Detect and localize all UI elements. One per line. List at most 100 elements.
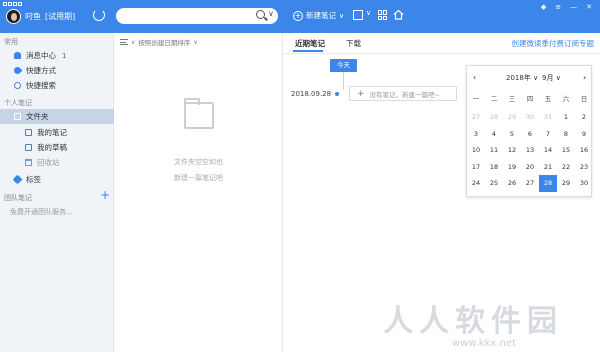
chevron-down-icon: ∨: [193, 38, 198, 46]
sidebar-item-label: 快捷方式: [26, 66, 56, 75]
calendar-week-row: 3456789: [467, 126, 593, 143]
sidebar: 常用 消息中心 1 快捷方式 快捷搜索 个人笔记 文件夹 我的笔记 我的草稿 回…: [0, 33, 114, 352]
calendar-day[interactable]: 31: [539, 109, 557, 126]
calendar-day[interactable]: 9: [575, 126, 593, 143]
sort-dropdown[interactable]: ∨ 按照创建日期排序 ∨: [120, 37, 198, 47]
calendar-day[interactable]: 2: [575, 109, 593, 126]
sidebar-item-label: 文件夹: [26, 112, 49, 121]
sidebar-item-label: 我的笔记: [37, 128, 67, 137]
new-note-button[interactable]: + 新建笔记 ∨: [293, 10, 344, 21]
calendar-day[interactable]: 20: [521, 159, 539, 176]
calendar-day[interactable]: 5: [503, 126, 521, 143]
minimize-icon[interactable]: —: [570, 3, 577, 11]
calendar-day[interactable]: 27: [467, 109, 485, 126]
calendar-week-row: 17 18 19 20 21 22 23: [467, 159, 593, 176]
calendar-day[interactable]: 3: [467, 126, 485, 143]
today-button[interactable]: 今天: [330, 59, 357, 72]
calendar-week-row: 24 25 26 27 28 29 30: [467, 175, 593, 192]
calendar-day[interactable]: 4: [485, 126, 503, 143]
calendar-week-row: 10 11 12 13 14 15 16: [467, 142, 593, 159]
sidebar-item-label: 回收站: [37, 158, 60, 167]
next-month-icon[interactable]: ›: [583, 73, 586, 82]
calendar-day[interactable]: 1: [557, 109, 575, 126]
tab-recent-notes[interactable]: 近期笔记: [295, 38, 325, 49]
folder-icon: [14, 113, 21, 120]
weekday-label: 六: [562, 95, 570, 103]
calendar-day[interactable]: 26: [503, 175, 521, 192]
calendar-day[interactable]: 28: [485, 109, 503, 126]
home-icon[interactable]: [393, 9, 404, 20]
sidebar-item-my-notes[interactable]: 我的笔记: [0, 125, 114, 140]
calendar-day[interactable]: 29: [503, 109, 521, 126]
empty-state-text: 文件夹空空如也: [174, 158, 223, 166]
calendar-day[interactable]: 23: [575, 159, 593, 176]
divider: [283, 53, 600, 54]
sidebar-item-trash[interactable]: 回收站: [0, 155, 114, 170]
year-select[interactable]: 2018年 ∨: [506, 73, 538, 83]
calendar-day[interactable]: 18: [485, 159, 503, 176]
calendar-day[interactable]: 22: [557, 159, 575, 176]
search-icon[interactable]: [256, 10, 265, 19]
tab-downloads[interactable]: 下载: [346, 38, 361, 49]
avatar[interactable]: [6, 9, 21, 24]
calendar-day[interactable]: 29: [557, 175, 575, 192]
sidebar-item-tags[interactable]: 标签: [0, 172, 114, 187]
close-icon[interactable]: ✕: [586, 3, 592, 11]
calendar-day[interactable]: 25: [485, 175, 503, 192]
search-dropdown-icon[interactable]: ∨: [268, 9, 274, 18]
calendar-day[interactable]: 11: [485, 142, 503, 159]
trash-icon: [25, 159, 32, 166]
skin-icon[interactable]: ◆: [541, 3, 546, 11]
new-note-input[interactable]: + 没有笔记，新建一篇吧~: [349, 86, 457, 101]
timeline-date: 2018.09.28: [291, 90, 332, 98]
calendar-day[interactable]: 21: [539, 159, 557, 176]
calendar-day[interactable]: 12: [503, 142, 521, 159]
add-team-button[interactable]: +: [100, 188, 110, 202]
crop-icon[interactable]: [353, 10, 363, 20]
sidebar-item-label: 标签: [26, 175, 41, 184]
calendar-day[interactable]: 7: [539, 126, 557, 143]
tag-icon: [12, 174, 23, 185]
system-menu-icon[interactable]: [3, 2, 22, 8]
timeline-dot: [335, 92, 339, 96]
menu-icon[interactable]: ≡: [555, 3, 561, 11]
trial-badge[interactable]: [试用期]: [45, 11, 75, 22]
calendar-day-today[interactable]: 28: [539, 175, 557, 192]
active-tab-indicator: [293, 50, 323, 52]
search-input[interactable]: [116, 8, 278, 24]
watermark-url: www.kkx.net: [452, 338, 516, 349]
calendar-day[interactable]: 15: [557, 142, 575, 159]
sidebar-item-messages[interactable]: 消息中心 1: [0, 48, 114, 63]
promo-link[interactable]: 创建微读季付费订阅专题: [512, 38, 595, 49]
calendar-day[interactable]: 6: [521, 126, 539, 143]
calendar-day[interactable]: 8: [557, 126, 575, 143]
calendar-day[interactable]: 19: [503, 159, 521, 176]
team-service-hint[interactable]: 免费开通团队服务...: [10, 207, 73, 217]
sort-dropdown-icon: ∨: [131, 38, 136, 46]
month-label: 9月: [542, 74, 554, 82]
calendar-day[interactable]: 30: [575, 175, 593, 192]
crop-dropdown-icon[interactable]: ∨: [366, 9, 371, 17]
calendar-day[interactable]: 10: [467, 142, 485, 159]
sort-label: 按照创建日期排序: [138, 39, 191, 47]
sync-icon[interactable]: [93, 9, 105, 21]
calendar-day[interactable]: 30: [521, 109, 539, 126]
section-label-team: 团队笔记: [4, 194, 32, 202]
calendar-day[interactable]: 14: [539, 142, 557, 159]
username[interactable]: 叼鱼: [25, 11, 41, 22]
sidebar-item-quick-search[interactable]: 快捷搜索: [0, 78, 114, 93]
sidebar-item-shortcuts[interactable]: 快捷方式: [0, 63, 114, 78]
calendar-day[interactable]: 24: [467, 175, 485, 192]
sidebar-item-folders[interactable]: 文件夹: [0, 109, 114, 124]
calendar-day[interactable]: 17: [467, 159, 485, 176]
month-select[interactable]: 9月 ∨: [542, 73, 561, 83]
sidebar-item-my-drafts[interactable]: 我的草稿: [0, 140, 114, 155]
new-note-dropdown-icon[interactable]: ∨: [339, 12, 344, 20]
empty-state-subtext[interactable]: 新建一篇笔记吧: [114, 173, 283, 183]
rocket-icon: [12, 65, 23, 76]
prev-month-icon[interactable]: ‹: [473, 73, 476, 82]
calendar-day[interactable]: 16: [575, 142, 593, 159]
grid-icon[interactable]: [378, 10, 388, 20]
calendar-day[interactable]: 27: [521, 175, 539, 192]
calendar-day[interactable]: 13: [521, 142, 539, 159]
